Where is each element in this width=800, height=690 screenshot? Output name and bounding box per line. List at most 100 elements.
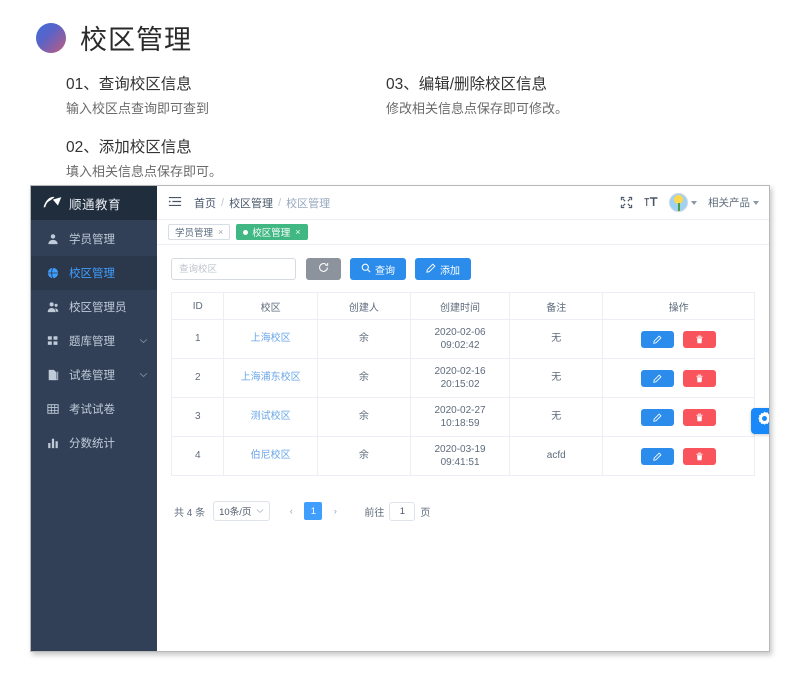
page-size-select[interactable]: 10条/页 (213, 501, 271, 521)
text-size-icon[interactable] (644, 196, 658, 209)
avatar-menu[interactable] (669, 193, 697, 212)
add-button-label: 添加 (440, 265, 460, 277)
column-header-campus: 校区 (223, 292, 318, 320)
settings-fab[interactable] (751, 408, 769, 434)
breadcrumb-separator: / (278, 196, 282, 209)
cell-actions (602, 358, 755, 398)
trash-icon (695, 371, 704, 386)
edit-icon (653, 449, 662, 464)
cell-campus[interactable]: 上海校区 (223, 319, 318, 359)
cell-creator: 余 (316, 319, 412, 359)
close-icon[interactable]: × (218, 227, 223, 237)
tab-campus[interactable]: 校区管理 × (236, 224, 308, 240)
cell-remark: 无 (509, 358, 604, 398)
intro-columns: 01、查询校区信息 输入校区点查询即可查到 02、添加校区信息 填入相关信息点保… (0, 57, 800, 199)
row-delete-button[interactable] (683, 330, 717, 348)
breadcrumb: 首页 / 校区管理 / 校区管理 (194, 195, 330, 211)
bar-chart-icon (45, 436, 60, 450)
hamburger-icon[interactable] (168, 194, 182, 212)
page-unit-label: 页 (420, 507, 431, 519)
decorative-circle-icon (36, 22, 66, 53)
cell-id: 4 (170, 436, 225, 476)
edit-icon (653, 371, 662, 386)
goto-page: 前往 页 (364, 501, 431, 521)
sidebar-item-label: 分数统计 (69, 438, 115, 450)
trash-icon (695, 410, 704, 425)
campus-link[interactable]: 伯尼校区 (251, 450, 291, 461)
edit-icon (426, 262, 436, 276)
column-header-remark: 备注 (509, 292, 604, 320)
sidebar-item-campus[interactable]: 校区管理 (31, 256, 157, 290)
cell-remark: 无 (509, 397, 604, 437)
row-edit-button[interactable] (641, 408, 675, 426)
prev-page-button[interactable]: ‹ (282, 502, 300, 520)
edit-icon (653, 410, 662, 425)
brand[interactable]: 顺通教育 (31, 186, 157, 220)
table-row: 1 上海校区 余 2020-02-06 09:02:42 无 (170, 319, 755, 359)
row-edit-button[interactable] (641, 447, 675, 465)
active-dot-icon (243, 229, 249, 235)
cell-actions (602, 436, 755, 476)
intro-column-right: 03、编辑/删除校区信息 修改相关信息点保存即可修改。 (386, 73, 746, 199)
sidebar-menu: 学员管理 校区管理 校区管理员 题库管理 试卷管理 考试试卷 分数统计 (31, 220, 157, 460)
campus-link[interactable]: 上海校区 (251, 333, 291, 344)
sidebar-item-label: 学员管理 (69, 234, 115, 246)
avatar (669, 193, 688, 212)
row-edit-button[interactable] (641, 369, 675, 387)
campus-table: ID 校区 创建人 创建时间 备注 操作 1 上海校区 余 2020-02-06… (170, 292, 755, 476)
campus-link[interactable]: 测试校区 (251, 411, 291, 422)
close-icon[interactable]: × (295, 227, 300, 237)
row-delete-button[interactable] (683, 408, 717, 426)
column-header-actions: 操作 (602, 292, 755, 320)
row-edit-button[interactable] (641, 330, 675, 348)
search-button[interactable]: 查询 (350, 258, 406, 280)
breadcrumb-item-home[interactable]: 首页 (194, 195, 216, 211)
sidebar-item-score-stats[interactable]: 分数统计 (31, 426, 157, 460)
campus-link[interactable]: 上海浦东校区 (241, 372, 301, 383)
sidebar-item-label: 考试试卷 (69, 404, 115, 416)
search-icon (361, 263, 371, 276)
sidebar-item-question-bank[interactable]: 题库管理 (31, 324, 157, 358)
cell-created: 2020-02-16 20:15:02 (409, 358, 511, 398)
cell-created: 2020-02-27 10:18:59 (409, 397, 511, 437)
fullscreen-icon[interactable] (620, 196, 633, 209)
refresh-icon (318, 262, 329, 276)
sidebar-item-label: 校区管理 (69, 268, 115, 280)
intro-desc: 输入校区点查询即可查到 (66, 101, 210, 117)
main-area: 首页 / 校区管理 / 校区管理 相关产品 学员管理 × 校区管理 × 查询校区… (157, 186, 769, 651)
trash-icon (695, 332, 704, 347)
row-delete-button[interactable] (683, 447, 717, 465)
table-row: 3 测试校区 余 2020-02-27 10:18:59 无 (170, 397, 755, 437)
sidebar-item-exam-paper[interactable]: 考试试卷 (31, 392, 157, 426)
sidebar-item-students[interactable]: 学员管理 (31, 222, 157, 256)
sidebar-item-paper-manage[interactable]: 试卷管理 (31, 358, 157, 392)
content-area: 查询 添加 ID 校区 创建人 (157, 245, 769, 651)
tab-students[interactable]: 学员管理 × (168, 224, 231, 240)
logo-icon (43, 196, 62, 208)
search-input[interactable] (171, 258, 296, 280)
add-button[interactable]: 添加 (415, 258, 471, 280)
pagination-total: 共 4 条 (174, 507, 206, 519)
next-page-button[interactable]: › (326, 502, 344, 520)
breadcrumb-separator: / (221, 196, 225, 209)
cell-campus[interactable]: 伯尼校区 (223, 436, 318, 476)
refresh-button[interactable] (306, 258, 341, 280)
table-row: 2 上海浦东校区 余 2020-02-16 20:15:02 无 (170, 358, 755, 398)
column-header-created: 创建时间 (409, 292, 511, 320)
cell-id: 2 (170, 358, 225, 398)
cell-id: 1 (170, 319, 225, 359)
globe-icon (45, 266, 60, 280)
sidebar-item-label: 题库管理 (69, 336, 115, 348)
related-products-menu[interactable]: 相关产品 (708, 195, 759, 210)
goto-page-input[interactable] (389, 501, 416, 521)
page-button-1[interactable]: 1 (304, 502, 323, 520)
cell-campus[interactable]: 测试校区 (223, 397, 318, 437)
row-delete-button[interactable] (683, 369, 717, 387)
cell-id: 3 (170, 397, 225, 437)
sidebar-item-campus-admin[interactable]: 校区管理员 (31, 290, 157, 324)
page-size-label: 10条/页 (219, 507, 252, 518)
copy-icon (45, 368, 60, 382)
cell-campus[interactable]: 上海浦东校区 (223, 358, 318, 398)
cell-creator: 余 (316, 358, 412, 398)
breadcrumb-item-campus[interactable]: 校区管理 (229, 195, 273, 211)
